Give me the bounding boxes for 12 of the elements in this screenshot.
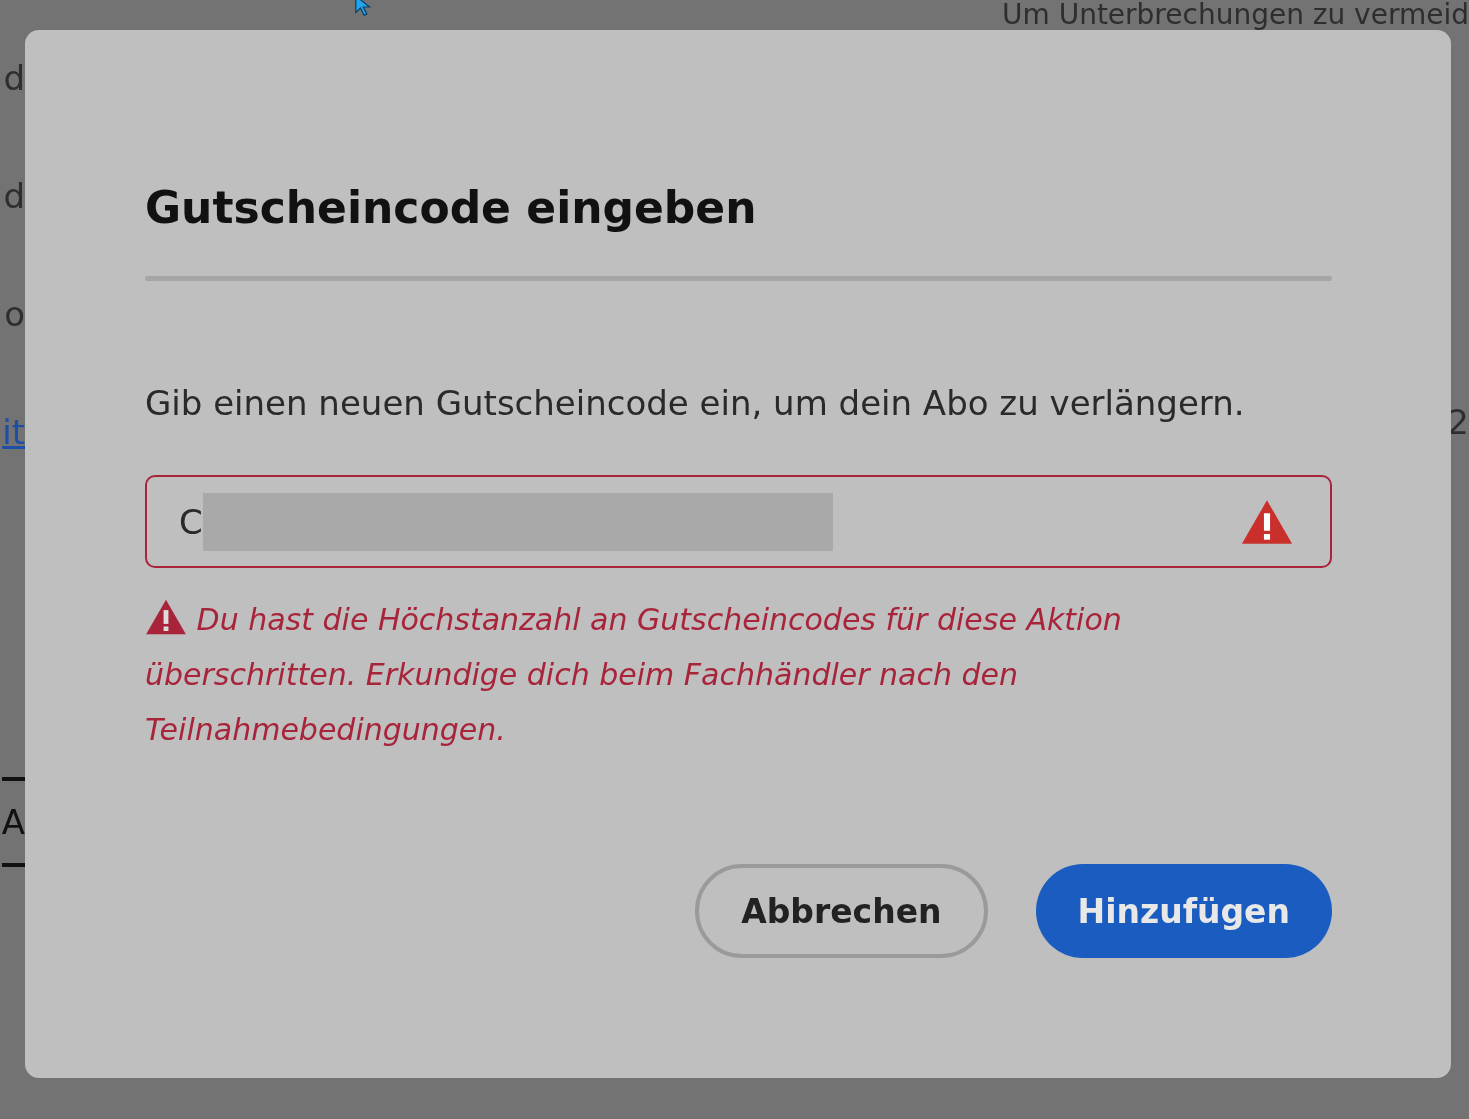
description-text: Gib einen neuen Gutscheincode ein, um dein Abo zu verlängern. — [145, 382, 1246, 425]
input-field[interactable]: C — [145, 475, 1332, 568]
text-fragment: d — [3, 175, 25, 218]
add-button[interactable]: Hinzufügen — [1035, 864, 1332, 958]
warning-icon — [145, 598, 187, 636]
text-fragment: o — [4, 293, 25, 336]
cancel-button[interactable]: Abbrechen — [695, 864, 988, 958]
error-message: Du hast die Höchstanzahl an Gutscheincodes für diese Aktion überschritten. Erkundige dich beim Fachhändler nach den Teilnahmebedingungen. — [145, 592, 1185, 757]
dialog-title: Gutscheincode eingeben — [145, 181, 758, 235]
notice-text: Um Unterbrechungen zu vermeid — [1001, 0, 1469, 30]
text-fragment: d — [3, 57, 25, 100]
text-fragment: 2 — [1447, 402, 1469, 442]
